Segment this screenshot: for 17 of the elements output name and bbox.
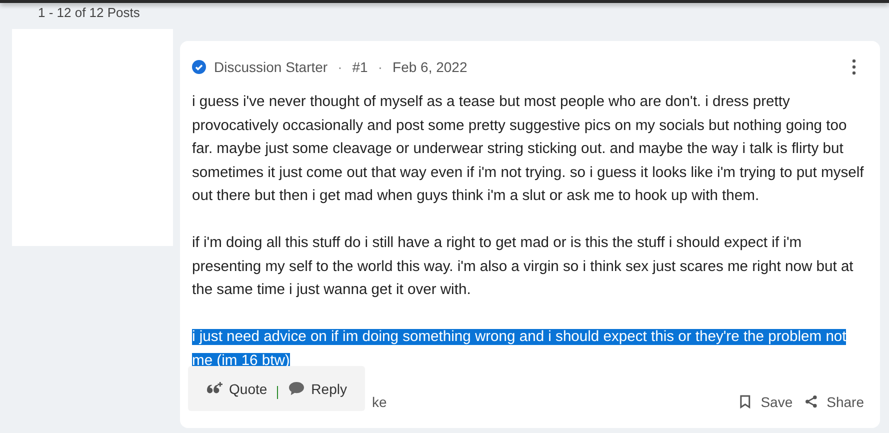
like-button[interactable]: ke [372, 394, 387, 410]
post-paragraph: if i'm doing all this stuff do i still have a right to get mad or is this the stuff i should expect if i'm presenting my self to the world this way. i'm also a virgin so i think sex just scares me right now but at the same time i just wanna get it over with. [192, 235, 854, 298]
post-number[interactable]: #1 [352, 59, 368, 75]
post-paragraph: i guess i've never thought of myself as a tease but most people who are don't. i dress pretty provocatively occasionally and post some pretty suggestive pics on my socials but nothing going too far. maybe just some cleavage or underwear string sticking out. and maybe the way i talk is flirty but sometimes it just come out that way even if i'm not trying. so i guess it looks like i'm trying to put myself out there but then i get mad when guys think i'm a slut or ask me to hook up with them. [192, 94, 864, 204]
separator-dot: · [378, 59, 383, 75]
more-options-icon[interactable] [852, 59, 856, 75]
post-date: Feb 6, 2022 [392, 59, 468, 75]
speech-bubble-icon [288, 381, 306, 396]
share-button[interactable]: Share [804, 394, 864, 410]
separator-dot: · [338, 59, 342, 75]
author-label: Discussion Starter [214, 59, 328, 75]
save-button[interactable]: Save [738, 394, 793, 410]
verified-check-icon [192, 60, 206, 74]
reply-button[interactable]: Reply [288, 380, 347, 396]
quote-button[interactable]: Quote [206, 380, 268, 396]
pagination-text: 1 - 12 of 12 Posts [38, 5, 140, 20]
quote-icon [206, 381, 224, 396]
